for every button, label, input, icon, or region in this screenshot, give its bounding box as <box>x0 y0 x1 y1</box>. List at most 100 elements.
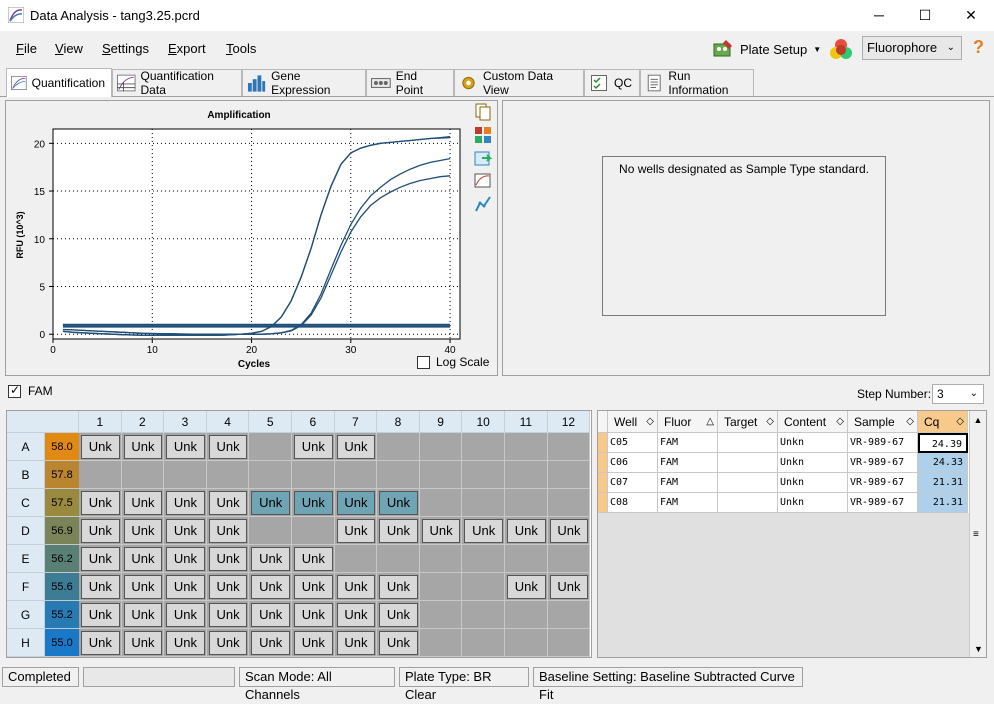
plate-well[interactable] <box>206 461 250 489</box>
well-unknown[interactable]: Unk <box>81 547 120 571</box>
well-unknown[interactable]: Unk <box>208 575 248 599</box>
table-cell[interactable]: Unkn <box>778 493 848 513</box>
tab-custom-data-view[interactable]: Custom Data View <box>454 69 584 97</box>
sort-icon[interactable]: ◇ <box>766 411 774 433</box>
row-indicator[interactable] <box>598 433 608 453</box>
export-icon[interactable] <box>474 149 492 167</box>
plate-row-header[interactable]: C <box>7 489 45 517</box>
well-unknown[interactable]: Unk <box>549 519 589 543</box>
well-unknown[interactable]: Unk <box>123 491 163 515</box>
plate-row-header[interactable]: B <box>7 461 45 489</box>
table-cell[interactable]: FAM <box>658 433 718 453</box>
well-unknown[interactable]: Unk <box>549 575 589 599</box>
table-cell[interactable] <box>718 493 778 513</box>
plate-column-header[interactable]: 6 <box>292 411 335 433</box>
sort-icon[interactable]: △ <box>706 411 714 433</box>
plate-well[interactable] <box>292 517 335 545</box>
menu-view[interactable]: View <box>55 41 83 56</box>
well-unknown[interactable]: Unk <box>336 435 376 459</box>
plate-well[interactable] <box>419 545 463 573</box>
plate-well[interactable] <box>377 545 420 573</box>
column-header-well[interactable]: Well ◇ <box>608 411 658 433</box>
plate-column-header[interactable]: 7 <box>334 411 378 433</box>
plate-column-header[interactable]: 3 <box>164 411 207 433</box>
table-scrollbar[interactable]: ▲ ≡ ▼ <box>969 411 986 657</box>
well-unknown[interactable]: Unk <box>294 603 333 627</box>
well-unknown[interactable]: Unk <box>507 519 546 543</box>
plate-well[interactable] <box>377 461 420 489</box>
maximize-button[interactable]: ☐ <box>902 0 948 31</box>
sort-icon[interactable]: ◇ <box>906 411 914 433</box>
well-unknown[interactable]: Unk <box>336 491 376 515</box>
table-cell[interactable] <box>718 473 778 493</box>
well-unknown[interactable]: Unk <box>166 631 205 655</box>
fam-checkbox[interactable]: ✓ FAM <box>8 382 53 400</box>
plate-well[interactable] <box>419 433 463 461</box>
plate-row-header[interactable]: A <box>7 433 45 461</box>
plate-well[interactable] <box>462 545 505 573</box>
plate-well[interactable] <box>547 629 591 657</box>
well-unknown[interactable]: Unk <box>208 491 248 515</box>
well-unknown[interactable]: Unk <box>208 519 248 543</box>
table-cell[interactable]: FAM <box>658 493 718 513</box>
plate-well[interactable] <box>505 489 548 517</box>
plate-well[interactable] <box>419 629 463 657</box>
well-unknown[interactable]: Unk <box>123 575 163 599</box>
well-unknown[interactable]: Unk <box>208 603 248 627</box>
tab-run-information[interactable]: Run Information <box>640 69 754 97</box>
plate-setup-button[interactable]: Plate Setup ▼ <box>712 36 821 62</box>
well-unknown[interactable]: Unk <box>294 491 333 515</box>
plate-column-header[interactable]: 1 <box>79 411 122 433</box>
table-cell[interactable]: VR-989-67 <box>848 473 918 493</box>
table-cell[interactable]: VR-989-67 <box>848 453 918 473</box>
well-unknown[interactable]: Unk <box>379 519 418 543</box>
plate-column-header[interactable]: 10 <box>462 411 505 433</box>
well-unknown[interactable]: Unk <box>379 491 418 515</box>
plate-row-header[interactable]: F <box>7 573 45 601</box>
plate-well[interactable] <box>547 489 591 517</box>
scroll-grip-icon[interactable]: ≡ <box>973 529 979 540</box>
traffic-light-icon[interactable] <box>828 37 854 61</box>
table-cell[interactable] <box>718 433 778 453</box>
column-header-target[interactable]: Target ◇ <box>718 411 778 433</box>
plate-well[interactable] <box>547 433 591 461</box>
well-unknown[interactable]: Unk <box>123 519 163 543</box>
plate-well[interactable] <box>462 489 505 517</box>
table-cell[interactable]: Unkn <box>778 453 848 473</box>
plate-well[interactable] <box>121 461 165 489</box>
plate-column-header[interactable]: 9 <box>419 411 463 433</box>
plate-column-header[interactable]: 12 <box>547 411 591 433</box>
well-unknown[interactable]: Unk <box>166 575 205 599</box>
plate-well[interactable] <box>505 601 548 629</box>
well-unknown[interactable]: Unk <box>294 575 333 599</box>
well-unknown[interactable]: Unk <box>336 575 376 599</box>
table-cell[interactable] <box>718 453 778 473</box>
well-unknown[interactable]: Unk <box>123 547 163 571</box>
scroll-down-icon[interactable]: ▼ <box>974 644 983 654</box>
plate-well[interactable] <box>547 545 591 573</box>
well-unknown[interactable]: Unk <box>336 603 376 627</box>
curve-icon[interactable] <box>474 195 492 213</box>
tab-quantification-data[interactable]: Quantification Data <box>112 69 242 97</box>
plate-row-header[interactable]: H <box>7 629 45 657</box>
plate-well[interactable] <box>249 517 292 545</box>
plate-well[interactable] <box>462 433 505 461</box>
well-unknown[interactable]: Unk <box>208 547 248 571</box>
plate-well[interactable] <box>419 489 463 517</box>
copy-icon[interactable] <box>474 103 492 121</box>
well-unknown[interactable]: Unk <box>166 603 205 627</box>
well-unknown[interactable]: Unk <box>294 631 333 655</box>
well-unknown[interactable]: Unk <box>208 631 248 655</box>
plate-column-header[interactable]: 11 <box>505 411 548 433</box>
table-cell[interactable]: 21.31 <box>918 493 968 513</box>
well-unknown[interactable]: Unk <box>294 435 333 459</box>
table-cell[interactable]: C08 <box>608 493 658 513</box>
amplification-chart[interactable]: Amplification 0 10 20 30 4005101520 Cycles R… <box>6 101 468 375</box>
well-unknown[interactable]: Unk <box>251 491 290 515</box>
plate-well[interactable] <box>164 461 207 489</box>
checkbox-checked[interactable]: ✓ <box>8 383 21 398</box>
plate-well[interactable] <box>419 601 463 629</box>
well-unknown[interactable]: Unk <box>123 631 163 655</box>
plate-well[interactable] <box>505 461 548 489</box>
tab-quantification[interactable]: Quantification <box>6 68 112 97</box>
